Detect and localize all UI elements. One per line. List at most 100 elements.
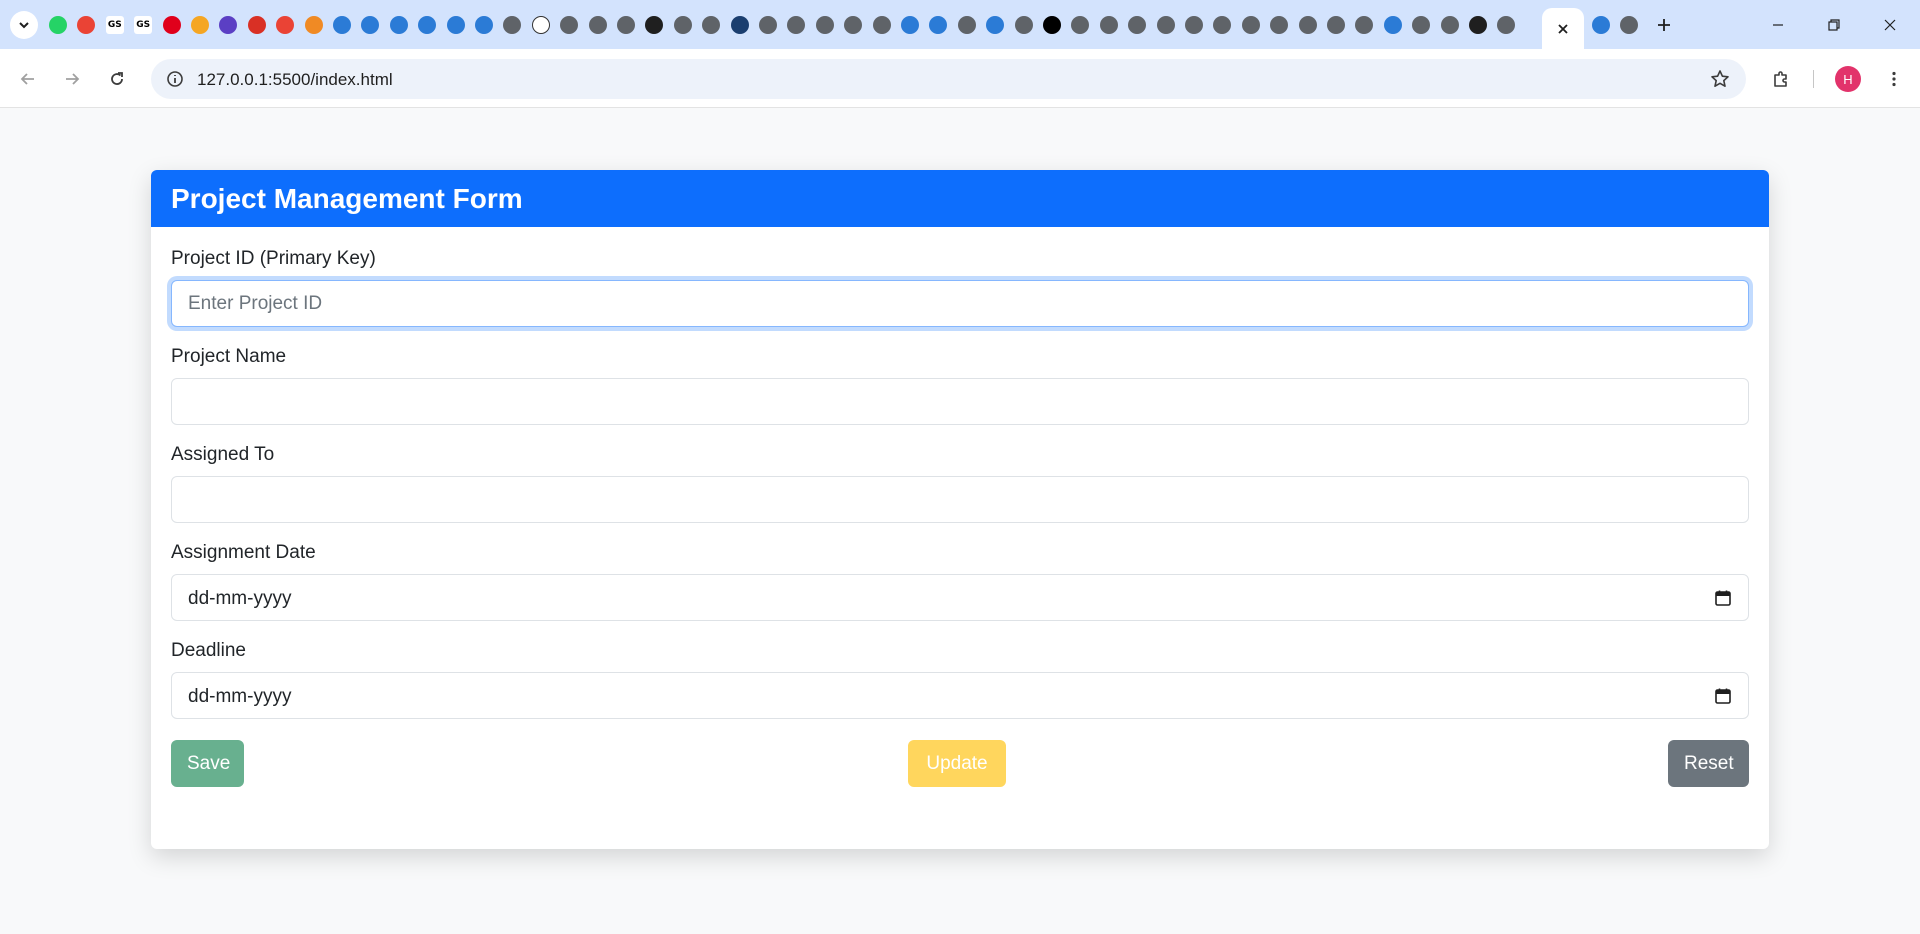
globe-icon[interactable] (672, 13, 694, 37)
globe-icon[interactable] (1353, 13, 1375, 37)
list-icon[interactable] (217, 13, 239, 37)
cube-icon[interactable] (331, 13, 353, 37)
update-button[interactable]: Update (908, 740, 1006, 787)
globe-icon[interactable] (1325, 13, 1347, 37)
globe-icon[interactable] (1126, 13, 1148, 37)
save-button[interactable]: Save (171, 740, 244, 787)
minimize-button[interactable] (1750, 0, 1806, 49)
globe-icon[interactable] (1098, 13, 1120, 37)
tab-search-button[interactable] (10, 11, 38, 39)
gmail-icon[interactable] (75, 13, 97, 37)
globe-icon[interactable] (1183, 13, 1205, 37)
globe-icon[interactable] (1155, 13, 1177, 37)
project-name-input[interactable] (171, 378, 1749, 425)
minimize-icon (1773, 23, 1783, 26)
globe-icon[interactable] (814, 13, 836, 37)
page-title: Project Management Form (171, 182, 523, 214)
active-tab[interactable] (1542, 8, 1584, 49)
tab-list-after (1590, 13, 1650, 37)
chrome-icon[interactable] (700, 13, 722, 37)
cube-icon[interactable] (359, 13, 381, 37)
cube-icon[interactable] (927, 13, 949, 37)
close-icon[interactable] (1556, 22, 1570, 36)
globe-icon[interactable] (757, 13, 779, 37)
reload-icon (111, 72, 123, 85)
assignment-date-group: Assignment Date dd-mm-yyyy (171, 542, 1749, 621)
globe-icon[interactable] (587, 13, 609, 37)
cube-icon[interactable] (416, 13, 438, 37)
globe-icon[interactable] (1211, 13, 1233, 37)
forward-button[interactable] (56, 63, 88, 95)
chrome-icon[interactable] (501, 13, 523, 37)
new-tab-button[interactable] (1650, 11, 1678, 39)
github-icon[interactable] (1467, 13, 1489, 37)
globe-icon[interactable] (1618, 13, 1640, 37)
globe-icon[interactable] (1439, 13, 1461, 37)
browser-menu-button[interactable] (1878, 63, 1910, 95)
deadline-group: Deadline dd-mm-yyyy (171, 640, 1749, 719)
chrome-icon[interactable] (1268, 13, 1290, 37)
chrome-icon[interactable] (842, 13, 864, 37)
gmail-icon[interactable] (274, 13, 296, 37)
close-window-button[interactable] (1862, 0, 1918, 49)
openai-icon[interactable] (530, 13, 552, 37)
cube-icon[interactable] (473, 13, 495, 37)
globe-icon[interactable] (1495, 13, 1517, 37)
globe-icon[interactable] (871, 13, 893, 37)
more-vertical-icon (1892, 71, 1896, 87)
globe-icon[interactable] (785, 13, 807, 37)
calendar-icon[interactable] (246, 13, 268, 37)
arrow-right-icon (66, 73, 80, 85)
calendar-icon[interactable] (1714, 589, 1732, 607)
project-form-card: Project Management Form Project ID (Prim… (151, 170, 1769, 849)
whatsapp-icon[interactable] (47, 13, 69, 37)
cube-icon[interactable] (1382, 13, 1404, 37)
opera-icon[interactable] (161, 13, 183, 37)
globe-icon[interactable] (1297, 13, 1319, 37)
project-name-label: Project Name (171, 346, 287, 367)
puzzle-icon (1774, 71, 1787, 87)
globe-icon[interactable] (615, 13, 637, 37)
globe-icon[interactable] (1013, 13, 1035, 37)
site-info-icon[interactable] (163, 67, 187, 91)
avatar-icon[interactable] (189, 13, 211, 37)
chevron-down-icon (19, 22, 29, 29)
tab-favicon-label: GS (134, 16, 153, 34)
check-icon[interactable] (729, 13, 751, 37)
assignment-date-value: dd-mm-yyyy (188, 588, 292, 609)
project-id-input[interactable] (171, 280, 1749, 327)
bookmark-star-icon[interactable] (1708, 67, 1732, 91)
globe-icon[interactable] (558, 13, 580, 37)
assignment-date-input[interactable]: dd-mm-yyyy (171, 574, 1749, 621)
deadline-input[interactable]: dd-mm-yyyy (171, 672, 1749, 719)
reset-button[interactable]: Reset (1668, 740, 1749, 787)
mn-icon[interactable] (303, 13, 325, 37)
plus-icon (1658, 19, 1670, 31)
url-text[interactable]: 127.0.0.1:5500/index.html (197, 70, 393, 90)
back-button[interactable] (12, 63, 44, 95)
restore-icon (1828, 18, 1840, 31)
github-icon[interactable] (643, 13, 665, 37)
globe-icon[interactable] (1240, 13, 1262, 37)
address-bar[interactable]: 127.0.0.1:5500/index.html (151, 59, 1746, 99)
cube-icon[interactable] (388, 13, 410, 37)
cube-icon[interactable] (445, 13, 467, 37)
cube-icon[interactable] (984, 13, 1006, 37)
gs-icon[interactable]: GS (104, 13, 126, 37)
restore-button[interactable] (1806, 0, 1862, 49)
calendar-icon[interactable] (1714, 687, 1732, 705)
gs-icon[interactable]: GS (132, 13, 154, 37)
globe-icon[interactable] (1069, 13, 1091, 37)
globe-icon[interactable] (1410, 13, 1432, 37)
extensions-button[interactable] (1765, 63, 1797, 95)
tab-list: GS GS (47, 13, 1547, 37)
reload-button[interactable] (101, 63, 133, 95)
close-icon (1884, 19, 1896, 30)
cube-icon[interactable] (899, 13, 921, 37)
openai-icon[interactable] (1041, 13, 1063, 37)
assigned-to-input[interactable] (171, 476, 1749, 523)
cube-icon[interactable] (1590, 13, 1612, 37)
globe-icon[interactable] (956, 13, 978, 37)
tab-strip: GS GS (0, 0, 1920, 49)
profile-avatar[interactable]: H (1835, 66, 1861, 92)
